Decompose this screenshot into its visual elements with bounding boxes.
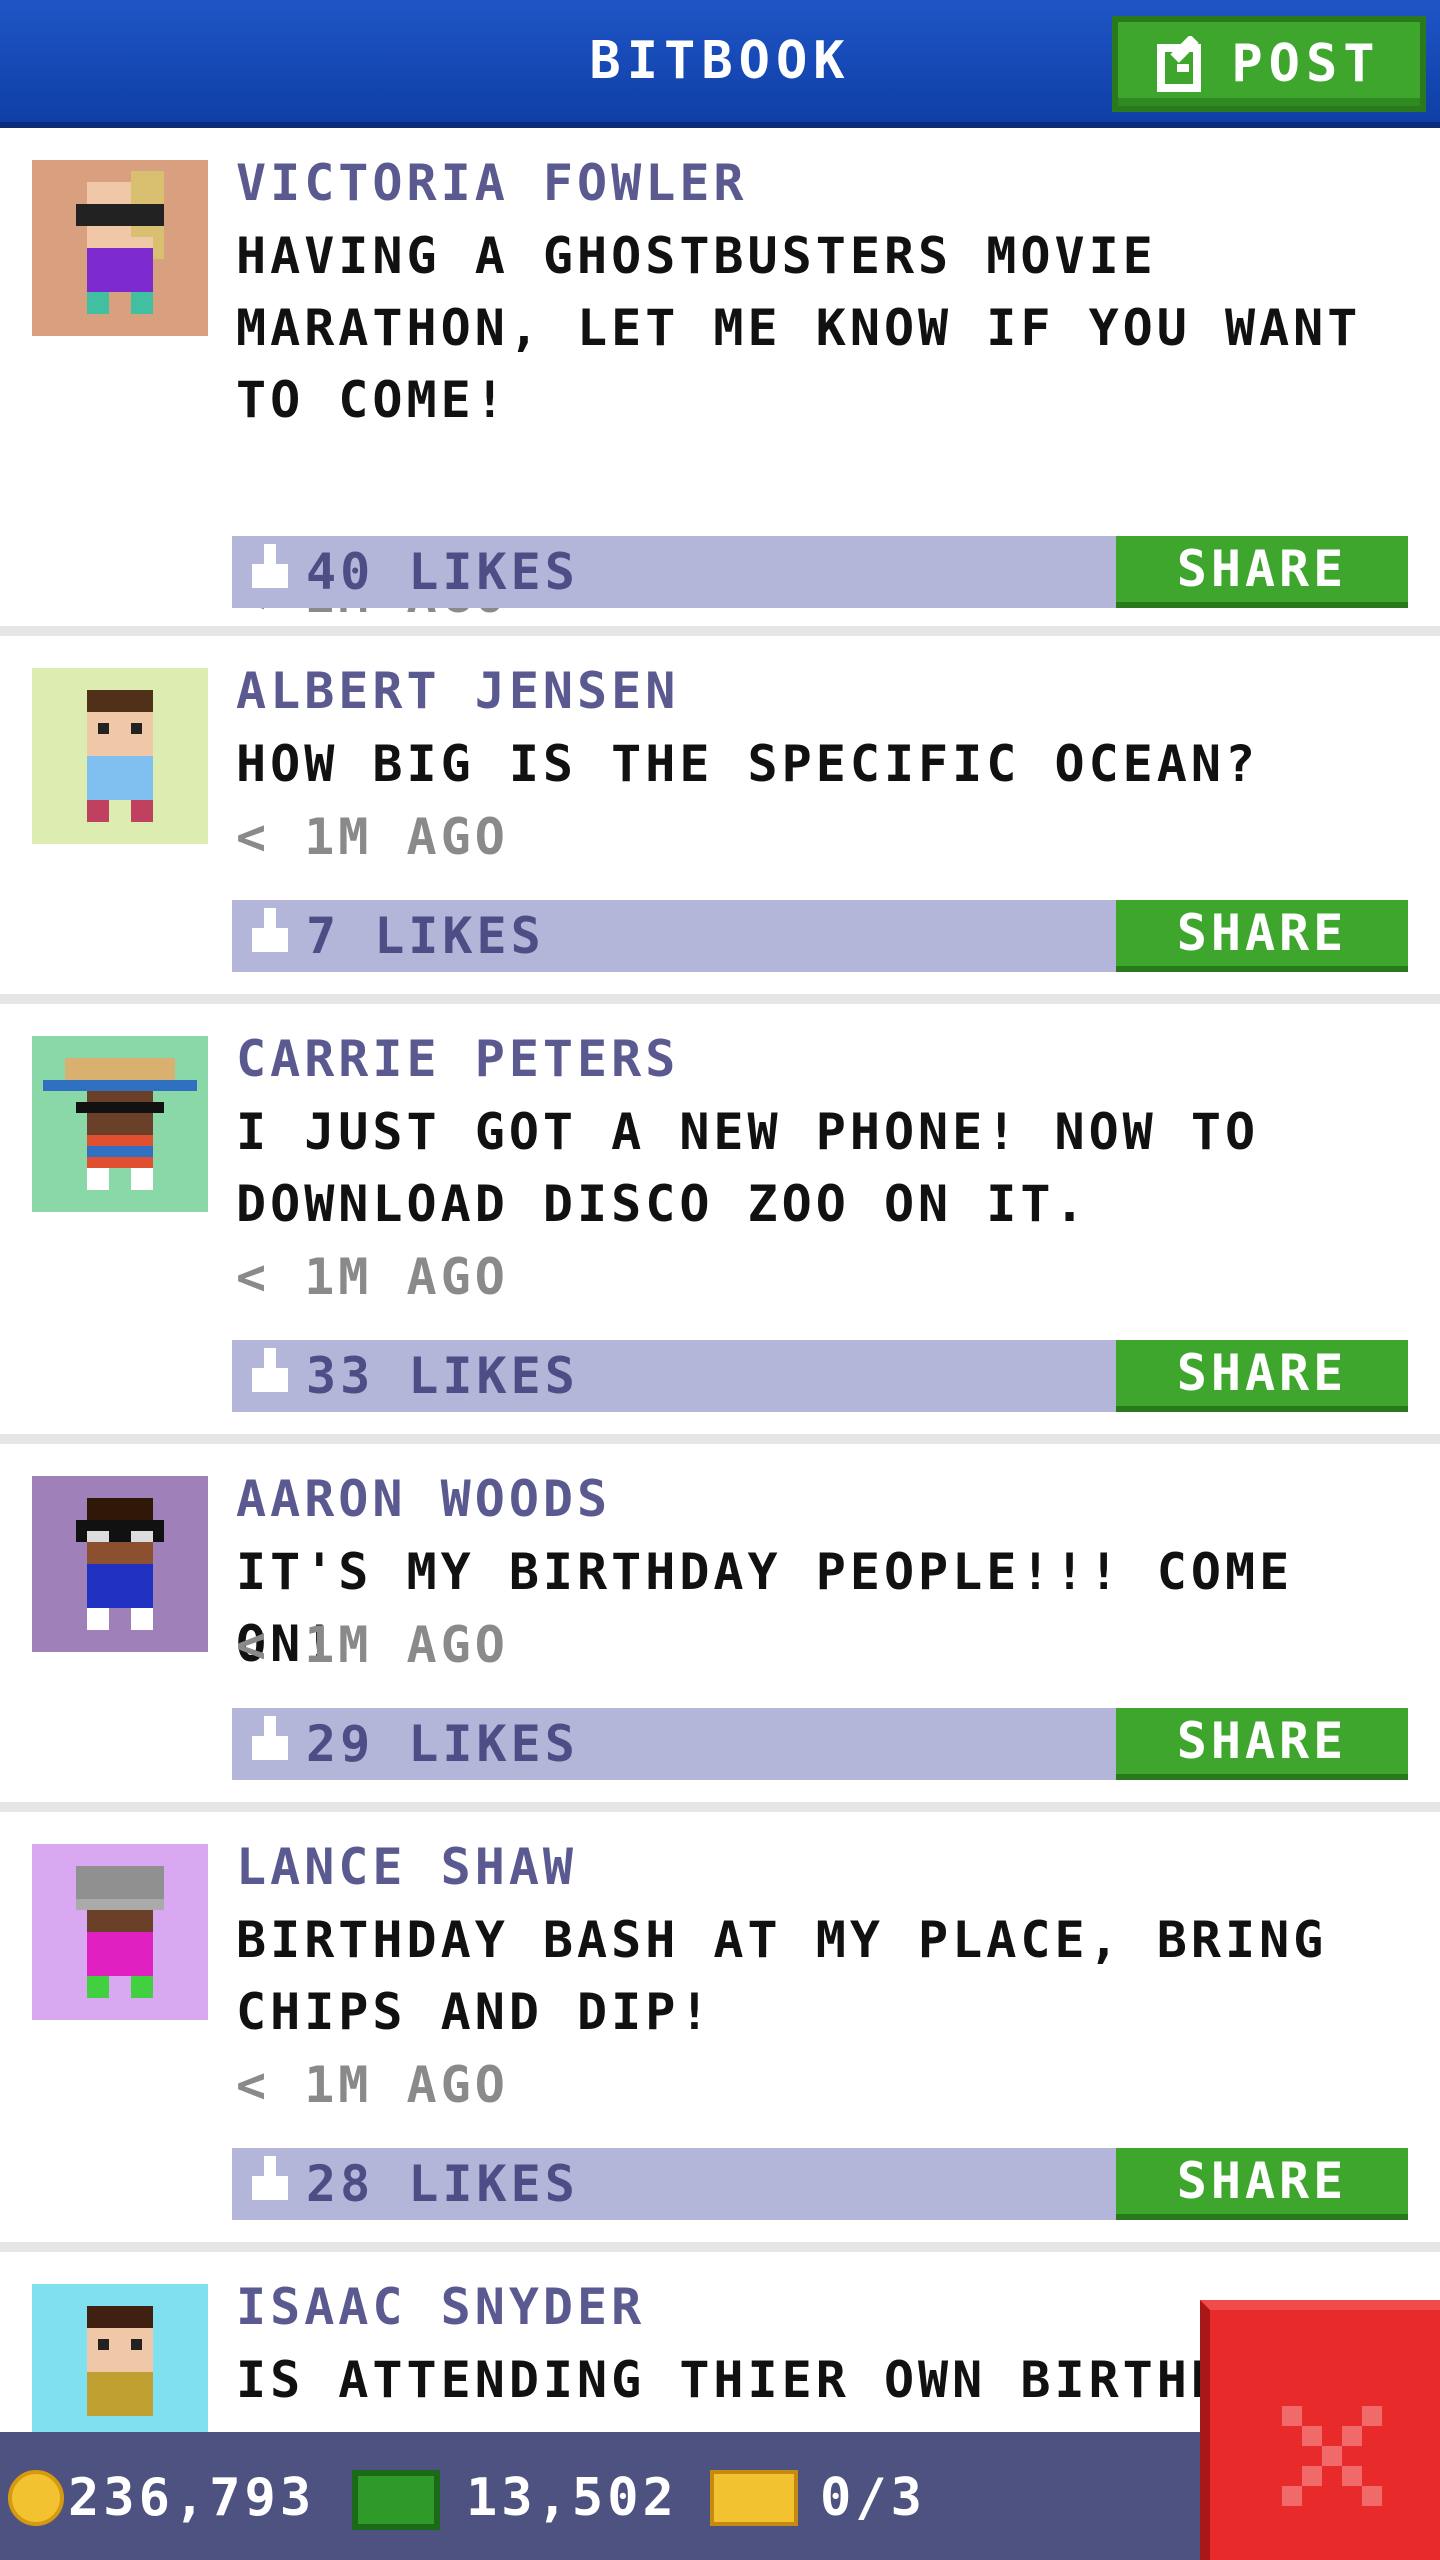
author-name[interactable]: CARRIE PETERS <box>236 1024 679 1094</box>
like-count: 40 LIKES <box>306 543 579 601</box>
news-feed[interactable]: VICTORIA FOWLER HAVING A GHOSTBUSTERS MO… <box>0 128 1440 2552</box>
like-bar: 33 LIKES SHARE <box>232 1340 1408 1412</box>
like-bar: 28 LIKES SHARE <box>232 2148 1408 2220</box>
share-button[interactable]: SHARE <box>1116 900 1408 972</box>
thumbs-up-icon[interactable] <box>248 544 292 604</box>
author-name[interactable]: LANCE SHAW <box>236 1832 577 1902</box>
ticket-count: 0/3 <box>820 2468 926 2528</box>
thumbs-up-icon[interactable] <box>248 908 292 968</box>
author-name[interactable]: ISAAC SNYDER <box>236 2272 645 2342</box>
share-button[interactable]: SHARE <box>1116 1708 1408 1780</box>
avatar[interactable] <box>32 160 208 336</box>
cash-icon <box>352 2470 440 2530</box>
post-timestamp: < 1M AGO <box>236 808 509 866</box>
post-button-label: POST <box>1231 34 1381 94</box>
like-bar: 40 LIKES SHARE <box>232 536 1408 608</box>
like-count: 7 LIKES <box>306 907 545 965</box>
feed-post: VICTORIA FOWLER HAVING A GHOSTBUSTERS MO… <box>0 128 1440 636</box>
like-count: 28 LIKES <box>306 2155 579 2213</box>
post-timestamp: < 1M AGO <box>236 2056 509 2114</box>
cash-count: 13,502 <box>466 2468 678 2528</box>
close-icon <box>1282 2406 1382 2506</box>
feed-post: AARON WOODS IT'S MY BIRTHDAY PEOPLE!!! C… <box>0 1444 1440 1812</box>
avatar[interactable] <box>32 668 208 844</box>
post-button[interactable]: POST <box>1112 16 1426 112</box>
share-button[interactable]: SHARE <box>1116 536 1408 608</box>
ticket-icon <box>710 2470 798 2526</box>
like-count: 29 LIKES <box>306 1715 579 1773</box>
feed-post: LANCE SHAW BIRTHDAY BASH AT MY PLACE, BR… <box>0 1812 1440 2252</box>
post-message: BIRTHDAY BASH AT MY PLACE, BRING CHIPS A… <box>236 1911 1328 2041</box>
author-name[interactable]: AARON WOODS <box>236 1464 611 1534</box>
like-bar: 29 LIKES SHARE <box>232 1708 1408 1780</box>
author-name[interactable]: ALBERT JENSEN <box>236 656 679 726</box>
app-header: BITBOOK POST <box>0 0 1440 128</box>
post-timestamp: < 1M AGO <box>236 1248 509 1306</box>
post-message: HAVING A GHOSTBUSTERS MOVIE MARATHON, LE… <box>236 227 1362 429</box>
share-button[interactable]: SHARE <box>1116 1340 1408 1412</box>
coin-count: 236,793 <box>68 2468 316 2528</box>
feed-post: CARRIE PETERS I JUST GOT A NEW PHONE! NO… <box>0 1004 1440 1444</box>
compose-icon <box>1157 36 1213 92</box>
like-bar: 7 LIKES SHARE <box>232 900 1408 972</box>
like-count: 33 LIKES <box>306 1347 579 1405</box>
post-timestamp: < 1M AGO <box>236 1616 509 1674</box>
avatar[interactable] <box>32 1844 208 2020</box>
post-message: I JUST GOT A NEW PHONE! NOW TO DOWNLOAD … <box>236 1103 1260 1233</box>
author-name[interactable]: VICTORIA FOWLER <box>236 148 748 218</box>
thumbs-up-icon[interactable] <box>248 2156 292 2216</box>
feed-post: ALBERT JENSEN HOW BIG IS THE SPECIFIC OC… <box>0 636 1440 1004</box>
share-button[interactable]: SHARE <box>1116 2148 1408 2220</box>
thumbs-up-icon[interactable] <box>248 1716 292 1776</box>
avatar[interactable] <box>32 1036 208 1212</box>
coin-icon <box>8 2470 64 2526</box>
avatar[interactable] <box>32 1476 208 1652</box>
thumbs-up-icon[interactable] <box>248 1348 292 1408</box>
post-message: HOW BIG IS THE SPECIFIC OCEAN? <box>236 735 1260 793</box>
close-button[interactable] <box>1200 2300 1440 2560</box>
